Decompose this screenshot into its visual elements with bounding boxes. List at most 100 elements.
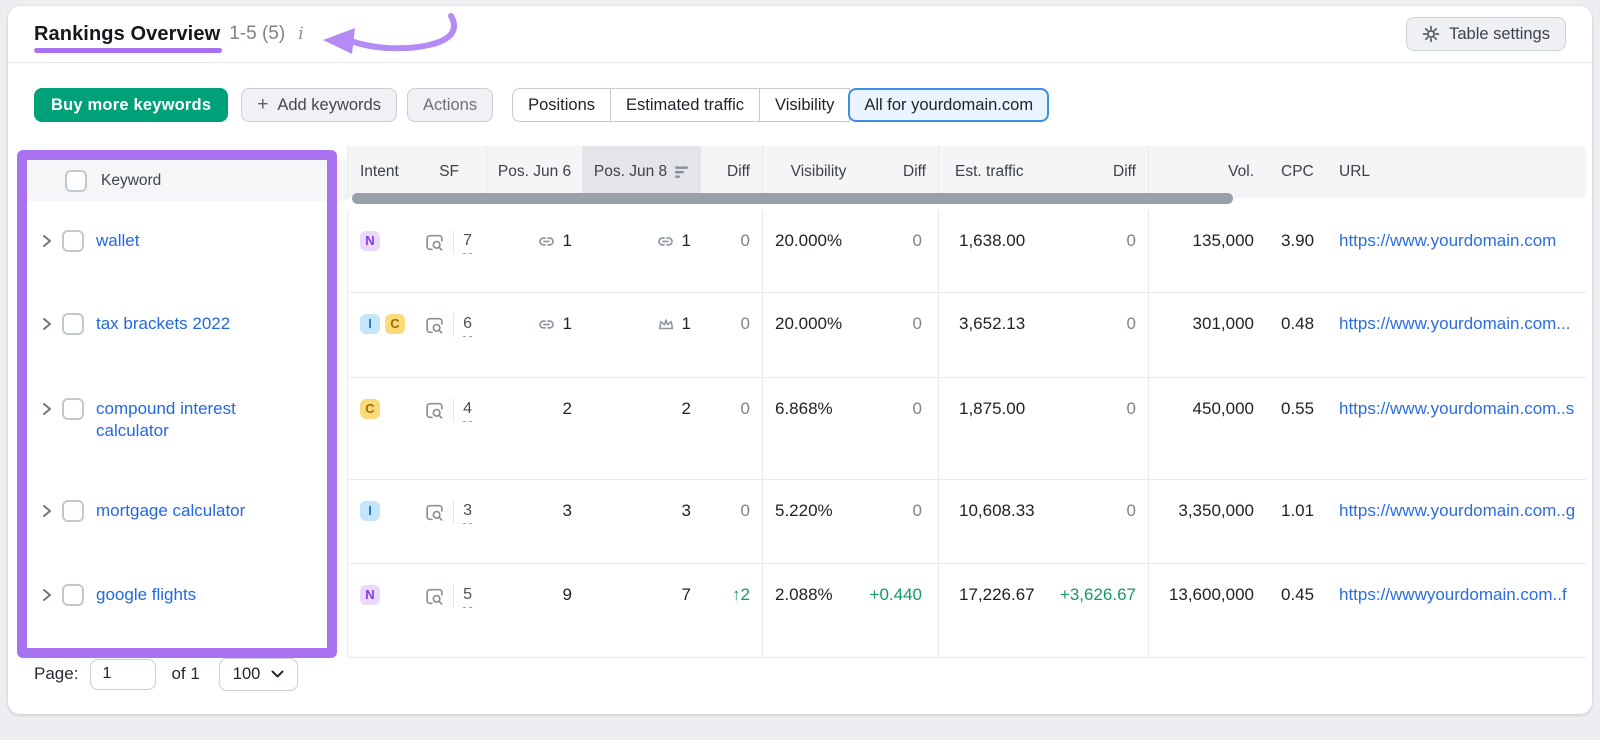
position-value: 7 xyxy=(681,585,691,604)
col-pos-jun6[interactable]: Pos. Jun 6 xyxy=(487,146,582,198)
col-diff-visibility[interactable]: Diff xyxy=(874,146,939,198)
page-title: Rankings Overview xyxy=(34,22,221,45)
row-checkbox[interactable] xyxy=(62,500,84,522)
page-of-label: of 1 xyxy=(171,664,200,683)
keyword-link[interactable]: google flights xyxy=(96,584,196,606)
visibility-diff: +0.440 xyxy=(869,585,922,604)
col-visibility[interactable]: Visibility xyxy=(763,146,874,198)
serp-features-count[interactable]: 4 xyxy=(463,398,472,422)
cpc-value: 0.45 xyxy=(1281,585,1315,604)
serp-features-count[interactable]: 3 xyxy=(463,500,472,524)
serp-features-icon[interactable] xyxy=(424,232,445,253)
table-row: I C 6 1 1 0 20.000% 0 3,652.13 0 301,000… xyxy=(348,293,1586,378)
position-value: 3 xyxy=(681,501,691,520)
intent-badge-commercial: C xyxy=(360,399,380,419)
url-link[interactable]: https://www.yourdomain.com..g xyxy=(1339,500,1575,522)
est-traffic-diff: 0 xyxy=(1126,501,1136,520)
volume-value: 450,000 xyxy=(1192,399,1254,418)
position-value: 1 xyxy=(681,231,691,250)
buy-more-keywords-button[interactable]: Buy more keywords xyxy=(34,88,229,122)
card-header: Rankings Overview 1-5 (5) i Table settin… xyxy=(8,6,1592,63)
select-all-checkbox[interactable] xyxy=(65,169,87,192)
col-cpc[interactable]: CPC xyxy=(1266,146,1329,198)
chevron-right-icon[interactable] xyxy=(42,504,52,518)
url-link[interactable]: https://wwwyourdomain.com..f xyxy=(1339,584,1567,606)
col-url[interactable]: URL xyxy=(1329,146,1586,198)
visibility-diff: 0 xyxy=(912,501,922,520)
table-row: I 3 3 3 0 5.220% 0 10,608.33 0 3,350,000… xyxy=(348,480,1586,564)
chevron-right-icon[interactable] xyxy=(42,317,52,331)
est-traffic-diff: +3,626.67 xyxy=(1059,585,1136,604)
serp-features-icon[interactable] xyxy=(424,502,445,523)
serp-features-count[interactable]: 7 xyxy=(463,230,472,254)
add-keywords-button[interactable]: + Add keywords xyxy=(241,88,397,122)
pagination: Page: of 1 100 xyxy=(34,654,299,694)
segment-estimated-traffic[interactable]: Estimated traffic xyxy=(610,88,761,122)
divider xyxy=(453,398,455,422)
keyword-link[interactable]: tax brackets 2022 xyxy=(96,313,230,335)
horizontal-scrollbar-thumb[interactable] xyxy=(352,193,1233,204)
row-checkbox[interactable] xyxy=(62,398,84,420)
est-traffic-value: 3,652.13 xyxy=(959,314,1026,333)
toolbar: Buy more keywords + Add keywords Actions… xyxy=(34,87,1566,123)
page-size-value: 100 xyxy=(232,664,261,683)
table-header-row: Intent SF Pos. Jun 6 Pos. Jun 8 Diff Vis… xyxy=(347,146,1586,198)
divider xyxy=(453,313,455,337)
table-row: C 4 2 2 0 6.868% 0 1,875.00 0 450,000 0.… xyxy=(348,378,1586,480)
actions-button[interactable]: Actions xyxy=(406,88,494,122)
col-volume[interactable]: Vol. xyxy=(1149,146,1266,198)
visibility-value: 20.000% xyxy=(775,314,843,333)
result-range: 1-5 (5) xyxy=(229,23,286,44)
cpc-value: 3.90 xyxy=(1281,231,1315,250)
url-link[interactable]: https://www.yourdomain.com xyxy=(1339,230,1556,252)
visibility-value: 6.868% xyxy=(775,399,833,418)
chevron-right-icon[interactable] xyxy=(42,234,52,248)
serp-features-count[interactable]: 6 xyxy=(463,313,472,337)
keyword-column-header: Keyword xyxy=(27,160,347,201)
row-checkbox[interactable] xyxy=(62,313,84,335)
diff-value: 0 xyxy=(740,314,750,333)
chevron-right-icon[interactable] xyxy=(42,402,52,416)
visibility-value: 20.000% xyxy=(775,231,843,250)
url-link[interactable]: https://www.yourdomain.com... xyxy=(1339,313,1570,335)
row-checkbox[interactable] xyxy=(62,584,84,606)
volume-value: 13,600,000 xyxy=(1168,585,1254,604)
keyword-link[interactable]: mortgage calculator xyxy=(96,500,245,522)
col-diff-est-traffic[interactable]: Diff xyxy=(1074,146,1149,198)
divider xyxy=(453,230,455,254)
url-link[interactable]: https://www.yourdomain.com..s xyxy=(1339,398,1574,420)
col-est-traffic[interactable]: Est. traffic xyxy=(939,146,1074,198)
intent-badge-informational: I xyxy=(360,501,380,521)
keyword-row: google flights xyxy=(27,564,347,658)
serp-features-icon[interactable] xyxy=(424,315,445,336)
cpc-value: 1.01 xyxy=(1281,501,1315,520)
page-number-input[interactable] xyxy=(90,658,157,690)
chevron-right-icon[interactable] xyxy=(42,588,52,602)
row-checkbox[interactable] xyxy=(62,230,84,252)
col-intent[interactable]: Intent xyxy=(360,163,399,181)
table-body: N 7 1 1 0 20.000% 0 1,638.00 0 135,000 3… xyxy=(347,210,1586,658)
divider xyxy=(453,500,455,524)
add-keywords-label: Add keywords xyxy=(277,95,381,114)
col-pos-jun8-sorted[interactable]: Pos. Jun 8 xyxy=(582,146,701,198)
serp-features-count[interactable]: 5 xyxy=(463,584,472,608)
position-value: 1 xyxy=(562,314,572,333)
keyword-column: wallet tax brackets 2022 compound intere… xyxy=(27,210,347,658)
serp-features-icon[interactable] xyxy=(424,400,445,421)
visibility-value: 2.088% xyxy=(775,585,833,604)
col-sf[interactable]: SF xyxy=(439,163,486,181)
table-settings-button[interactable]: Table settings xyxy=(1406,17,1566,51)
segment-visibility[interactable]: Visibility xyxy=(759,88,851,122)
serp-features-icon[interactable] xyxy=(424,586,445,607)
segment-positions[interactable]: Positions xyxy=(512,88,612,122)
info-icon[interactable]: i xyxy=(298,24,303,44)
keyword-link[interactable]: compound interest calculator xyxy=(96,398,296,442)
segment-all-for-domain[interactable]: All for yourdomain.com xyxy=(848,88,1050,122)
col-keyword[interactable]: Keyword xyxy=(101,172,161,190)
divider xyxy=(453,584,455,608)
keyword-link[interactable]: wallet xyxy=(96,230,139,252)
col-diff-pos[interactable]: Diff xyxy=(701,146,763,198)
diff-value: 0 xyxy=(740,399,750,418)
cpc-value: 0.55 xyxy=(1281,399,1315,418)
page-size-select[interactable]: 100 xyxy=(218,657,299,691)
